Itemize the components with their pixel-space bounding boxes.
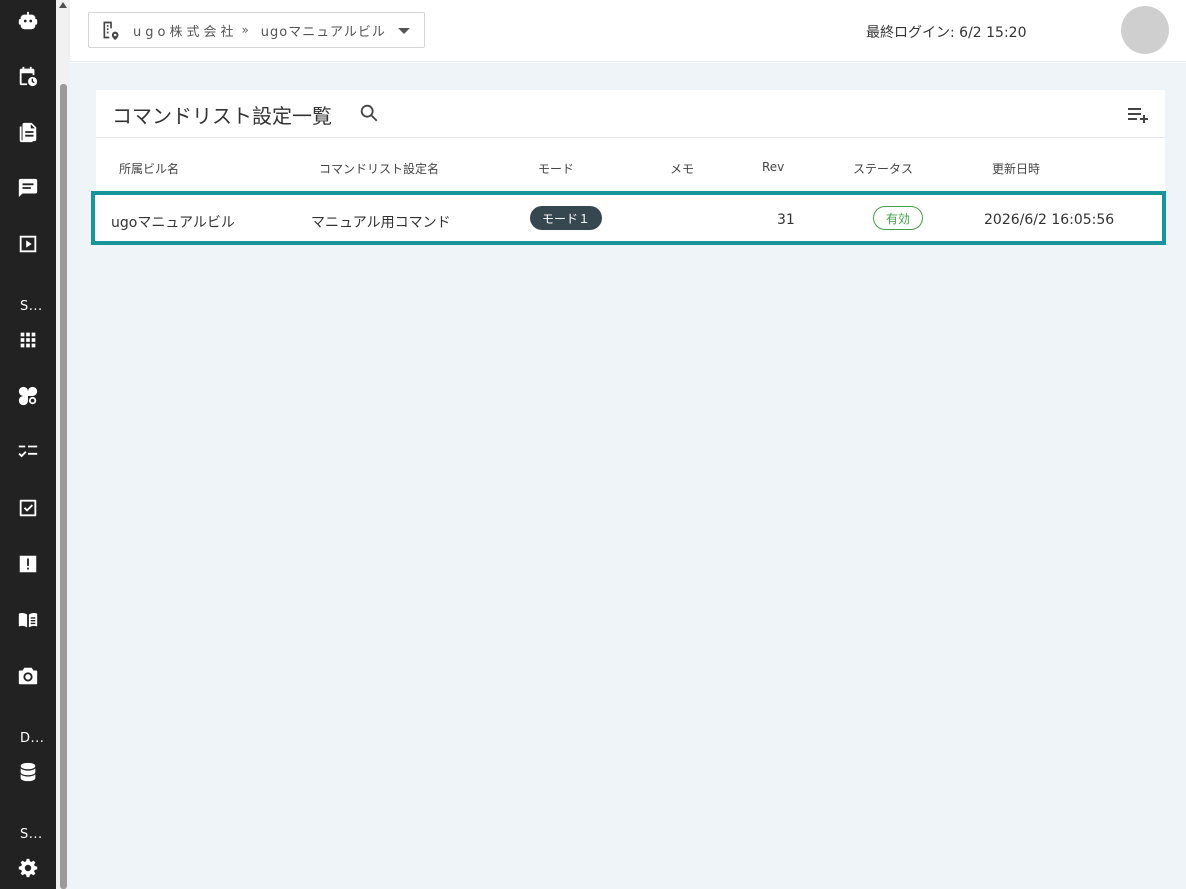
manual-book-icon[interactable] [16, 608, 40, 632]
header: ugo株式会社 » ugoマニュアルビル 最終ログイン: 6/2 15:20 [70, 0, 1186, 62]
scroll-thumb[interactable] [60, 84, 67, 889]
gear-icon[interactable] [16, 856, 40, 880]
add-list-icon[interactable] [1126, 102, 1150, 126]
status-badge: 有効 [873, 206, 923, 230]
sidebar-scrollbar[interactable] [56, 0, 70, 889]
database-icon[interactable] [16, 760, 40, 784]
column-header-memo: メモ [670, 162, 695, 176]
table-row[interactable]: ugoマニュアルビル マニュアル用コマンド モード１ 31 有効 2026/6/… [91, 191, 1166, 245]
breadcrumb-separator: » [241, 23, 249, 37]
chevron-down-icon[interactable] [398, 28, 410, 34]
mode-badge: モード１ [530, 206, 602, 230]
play-box-icon[interactable] [16, 232, 40, 256]
robot-icon[interactable] [16, 9, 40, 33]
document-icon[interactable] [16, 120, 40, 144]
avatar[interactable] [1121, 6, 1169, 54]
cell-name: マニュアル用コマンド [311, 215, 451, 231]
column-header-building: 所属ビル名 [119, 162, 180, 176]
building-name: ugoマニュアルビル [260, 24, 386, 40]
building-selector[interactable]: ugo株式会社 » ugoマニュアルビル [88, 12, 425, 48]
calendar-clock-icon[interactable] [16, 64, 40, 88]
task-check-icon[interactable] [16, 496, 40, 520]
column-header-name: コマンドリスト設定名 [319, 162, 440, 176]
column-header-updated: 更新日時 [992, 162, 1041, 176]
last-login: 最終ログイン: 6/2 15:20 [866, 25, 1027, 41]
building-location-icon [103, 21, 119, 40]
column-header-status: ステータス [853, 162, 914, 176]
main-content: コマンドリスト設定一覧 所属ビル名 コマンドリスト設定名 モード メモ Rev … [70, 63, 1186, 889]
section-label-2: D... [20, 731, 45, 746]
grid-icon[interactable] [16, 328, 40, 352]
cell-updated: 2026/6/2 16:05:56 [984, 212, 1115, 228]
chat-icon[interactable] [16, 176, 40, 200]
section-label-1: S... [20, 299, 43, 314]
search-icon[interactable] [358, 102, 380, 124]
page-title: コマンドリスト設定一覧 [112, 104, 332, 128]
card-divider [96, 137, 1165, 138]
cell-building: ugoマニュアルビル [111, 215, 235, 231]
sidebar: S... D... S... [0, 0, 56, 889]
scroll-up-arrow-icon[interactable] [59, 2, 67, 8]
company-name: ugo株式会社 [133, 24, 238, 40]
camera-icon[interactable] [16, 664, 40, 688]
alert-icon[interactable] [16, 552, 40, 576]
shapes-icon[interactable] [16, 384, 40, 408]
column-header-mode: モード [538, 162, 575, 176]
cell-rev: 31 [777, 212, 795, 228]
checklist-icon[interactable] [16, 440, 40, 464]
column-header-rev: Rev [762, 160, 785, 174]
section-label-3: S... [20, 827, 43, 842]
